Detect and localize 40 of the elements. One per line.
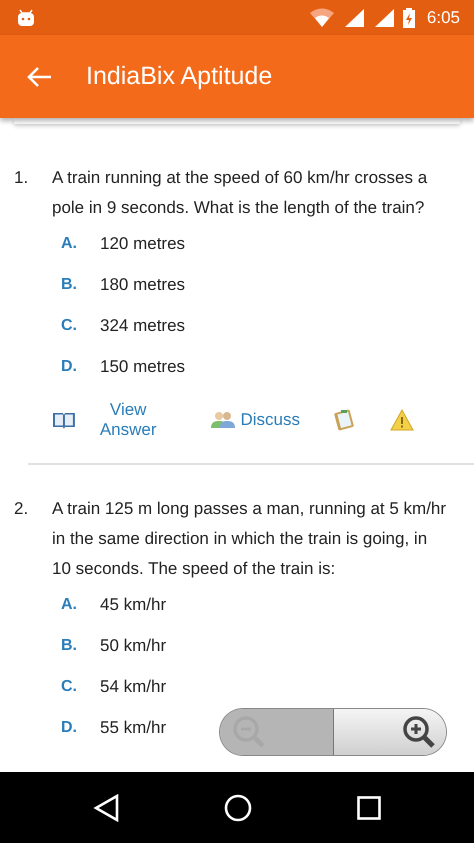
option-text[interactable]: 55 km/hr bbox=[100, 718, 166, 738]
option-text[interactable]: 120 metres bbox=[100, 234, 186, 254]
option-letter[interactable]: A. bbox=[61, 234, 100, 252]
option-letter[interactable]: D. bbox=[61, 358, 100, 376]
people-icon bbox=[210, 411, 236, 429]
zoom-in-button[interactable] bbox=[333, 709, 446, 755]
option-text[interactable]: 324 metres bbox=[100, 316, 186, 336]
option-text[interactable]: 54 km/hr bbox=[100, 676, 166, 696]
app-title: IndiaBix Aptitude bbox=[86, 62, 272, 91]
battery-icon bbox=[402, 8, 415, 28]
report-button[interactable] bbox=[390, 409, 414, 431]
recents-nav-button[interactable] bbox=[357, 796, 382, 820]
option-letter[interactable]: C. bbox=[61, 316, 100, 334]
option-letter[interactable]: B. bbox=[61, 636, 100, 654]
option-letter[interactable]: B. bbox=[61, 276, 100, 294]
android-icon bbox=[16, 8, 36, 26]
notepad-icon bbox=[334, 409, 356, 431]
option-letter[interactable]: D. bbox=[61, 718, 100, 736]
question-number: 2. bbox=[14, 498, 30, 520]
book-icon bbox=[52, 411, 76, 429]
back-button[interactable] bbox=[26, 66, 52, 88]
clock-time: 6:05 bbox=[426, 8, 460, 28]
signal-icon bbox=[342, 8, 365, 28]
warning-icon bbox=[390, 409, 414, 431]
option-text[interactable]: 45 km/hr bbox=[100, 594, 166, 614]
home-nav-button[interactable] bbox=[224, 794, 252, 822]
question-text: A train 125 m long passes a man, running at 5 km/hr in the same direction in which the train is going, in 10 seconds. The speed of the train is: bbox=[52, 498, 448, 580]
question-number: 1. bbox=[14, 167, 30, 189]
question-text: A train running at the speed of 60 km/hr crosses a pole in 9 seconds. What is the length of the train? bbox=[52, 167, 428, 219]
signal-icon bbox=[372, 8, 395, 28]
option-letter[interactable]: A. bbox=[61, 596, 100, 614]
notebook-button[interactable] bbox=[334, 409, 356, 431]
view-answer-link[interactable]: View Answer bbox=[52, 400, 176, 440]
option-letter[interactable]: C. bbox=[61, 678, 100, 696]
option-text[interactable]: 50 km/hr bbox=[100, 636, 166, 656]
option-text[interactable]: 150 metres bbox=[100, 356, 186, 376]
discuss-link[interactable]: Discuss bbox=[210, 410, 300, 430]
wifi-icon bbox=[308, 8, 335, 28]
back-nav-button[interactable] bbox=[92, 794, 119, 822]
option-text[interactable]: 180 metres bbox=[100, 274, 186, 294]
